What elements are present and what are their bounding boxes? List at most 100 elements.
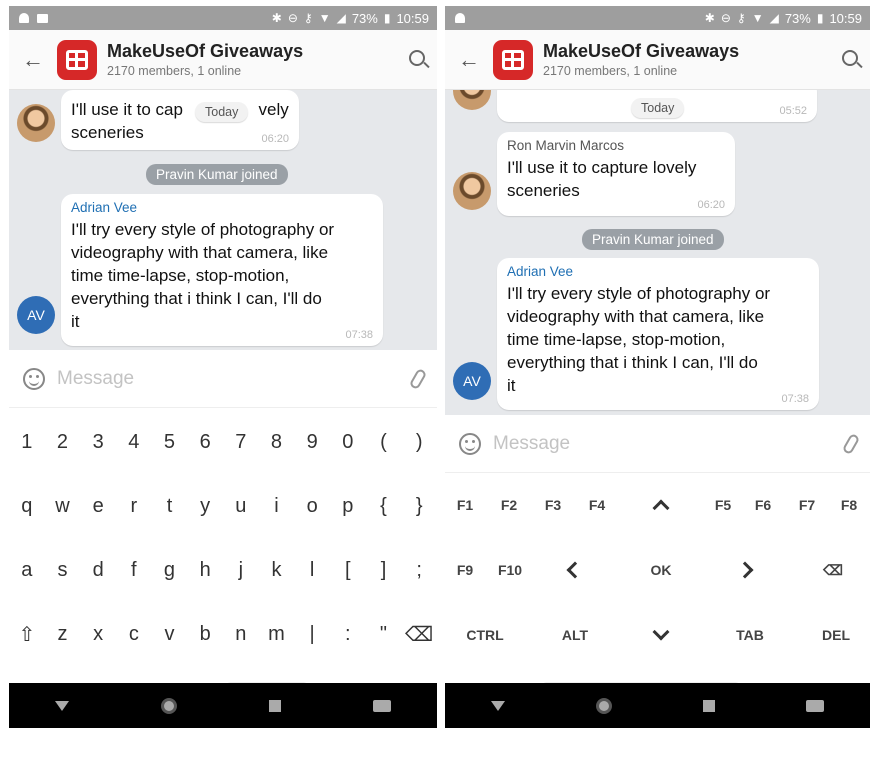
key-r[interactable]: r bbox=[116, 476, 152, 536]
key-f3[interactable]: F3 bbox=[533, 475, 573, 535]
nav-home-icon[interactable] bbox=[595, 697, 612, 714]
key-up[interactable] bbox=[641, 475, 681, 535]
key-:[interactable]: : bbox=[330, 604, 366, 664]
key-v[interactable]: v bbox=[152, 604, 188, 664]
nav-recents-icon[interactable] bbox=[703, 699, 716, 712]
key-2[interactable]: 2 bbox=[45, 412, 81, 472]
chat-title[interactable]: MakeUseOf Giveaways bbox=[107, 41, 303, 62]
key-f[interactable]: f bbox=[116, 540, 152, 600]
key-x[interactable]: x bbox=[80, 604, 116, 664]
key-p[interactable]: p bbox=[330, 476, 366, 536]
user-avatar-photo[interactable] bbox=[17, 104, 55, 142]
key-][interactable]: ] bbox=[366, 540, 402, 600]
emoji-icon[interactable] bbox=[459, 432, 481, 455]
key-u[interactable]: u bbox=[223, 476, 259, 536]
key-backspace[interactable]: ⌫ bbox=[813, 540, 853, 600]
keyboard-switch-icon[interactable] bbox=[373, 699, 391, 712]
user-avatar-photo[interactable] bbox=[453, 172, 491, 210]
key-t[interactable]: t bbox=[152, 476, 188, 536]
key-5[interactable]: 5 bbox=[152, 412, 188, 472]
message-input[interactable] bbox=[57, 367, 413, 390]
key-down[interactable] bbox=[641, 605, 681, 665]
key-f2[interactable]: F2 bbox=[489, 475, 529, 535]
key-f9[interactable]: F9 bbox=[445, 540, 485, 600]
key-d[interactable]: d bbox=[80, 540, 116, 600]
key-e[interactable]: e bbox=[80, 476, 116, 536]
group-avatar[interactable] bbox=[493, 39, 533, 80]
key-f5[interactable]: F5 bbox=[703, 475, 743, 535]
back-arrow-icon[interactable]: ← bbox=[445, 47, 493, 73]
chat-title[interactable]: MakeUseOf Giveaways bbox=[543, 41, 739, 62]
user-avatar-initials[interactable]: AV bbox=[17, 296, 55, 334]
search-icon[interactable] bbox=[842, 50, 858, 66]
key-z[interactable]: z bbox=[45, 604, 81, 664]
key-;[interactable]: ; bbox=[401, 540, 437, 600]
chat-area[interactable]: 05:52 Today Ron Marvin Marcos I'll use i… bbox=[445, 90, 870, 415]
message-bubble[interactable]: Adrian Vee I'll try every style of photo… bbox=[497, 258, 819, 410]
key-ctrl[interactable]: CTRL bbox=[445, 605, 525, 665]
key-3[interactable]: 3 bbox=[80, 412, 116, 472]
user-avatar-initials[interactable]: AV bbox=[453, 362, 491, 400]
key-del[interactable]: DEL bbox=[801, 605, 870, 665]
key-|[interactable]: | bbox=[294, 604, 330, 664]
message-bubble[interactable]: I'll use it to cap vely sceneries 06:20 bbox=[61, 90, 299, 150]
key-s[interactable]: s bbox=[45, 540, 81, 600]
key-i[interactable]: i bbox=[259, 476, 295, 536]
key-backspace[interactable]: ⌫ bbox=[401, 604, 437, 664]
key-f1[interactable]: F1 bbox=[445, 475, 485, 535]
key-7[interactable]: 7 bbox=[223, 412, 259, 472]
key-left[interactable] bbox=[555, 540, 595, 600]
sender-name[interactable]: Ron Marvin Marcos bbox=[507, 138, 725, 153]
key-c[interactable]: c bbox=[116, 604, 152, 664]
key-b[interactable]: b bbox=[187, 604, 223, 664]
key-}[interactable]: } bbox=[401, 476, 437, 536]
key-0[interactable]: 0 bbox=[330, 412, 366, 472]
message-bubble[interactable]: Ron Marvin Marcos I'll use it to capture… bbox=[497, 132, 735, 216]
back-arrow-icon[interactable]: ← bbox=[9, 47, 57, 73]
key-f8[interactable]: F8 bbox=[829, 475, 869, 535]
nav-home-icon[interactable] bbox=[161, 697, 177, 714]
user-avatar-photo[interactable] bbox=[453, 90, 491, 110]
key-m[interactable]: m bbox=[259, 604, 295, 664]
keyboard-switch-icon[interactable] bbox=[806, 699, 825, 712]
search-icon[interactable] bbox=[409, 50, 425, 66]
key-w[interactable]: w bbox=[45, 476, 81, 536]
key-h[interactable]: h bbox=[187, 540, 223, 600]
key-8[interactable]: 8 bbox=[259, 412, 295, 472]
key-f4[interactable]: F4 bbox=[577, 475, 617, 535]
key-([interactable]: ( bbox=[366, 412, 402, 472]
emoji-icon[interactable] bbox=[23, 367, 45, 390]
key-f7[interactable]: F7 bbox=[787, 475, 827, 535]
key-o[interactable]: o bbox=[294, 476, 330, 536]
key-tab[interactable]: TAB bbox=[715, 605, 785, 665]
key-ok[interactable]: OK bbox=[641, 540, 681, 600]
key-4[interactable]: 4 bbox=[116, 412, 152, 472]
key-q[interactable]: q bbox=[9, 476, 45, 536]
key-k[interactable]: k bbox=[259, 540, 295, 600]
key-y[interactable]: y bbox=[187, 476, 223, 536]
group-avatar[interactable] bbox=[57, 39, 97, 80]
key-6[interactable]: 6 bbox=[187, 412, 223, 472]
key-f6[interactable]: F6 bbox=[743, 475, 783, 535]
nav-recents-icon[interactable] bbox=[269, 699, 281, 712]
message-input[interactable] bbox=[493, 432, 846, 455]
message-bubble[interactable]: Adrian Vee I'll try every style of photo… bbox=[61, 194, 383, 346]
key-l[interactable]: l bbox=[294, 540, 330, 600]
sender-name[interactable]: Adrian Vee bbox=[71, 200, 373, 215]
key-n[interactable]: n bbox=[223, 604, 259, 664]
chat-area[interactable]: I'll use it to cap vely sceneries 06:20 … bbox=[9, 90, 437, 350]
key-{[interactable]: { bbox=[366, 476, 402, 536]
key-)[interactable]: ) bbox=[401, 412, 437, 472]
nav-back-icon[interactable] bbox=[490, 700, 505, 711]
key-"[interactable]: " bbox=[366, 604, 402, 664]
key-alt[interactable]: ALT bbox=[535, 605, 615, 665]
key-f10[interactable]: F10 bbox=[489, 540, 531, 600]
key-1[interactable]: 1 bbox=[9, 412, 45, 472]
key-9[interactable]: 9 bbox=[294, 412, 330, 472]
sender-name[interactable]: Adrian Vee bbox=[507, 264, 809, 279]
key-right[interactable] bbox=[725, 540, 765, 600]
key-[[interactable]: [ bbox=[330, 540, 366, 600]
key-shift[interactable]: ⇧ bbox=[9, 604, 45, 664]
nav-back-icon[interactable] bbox=[55, 700, 69, 711]
key-j[interactable]: j bbox=[223, 540, 259, 600]
